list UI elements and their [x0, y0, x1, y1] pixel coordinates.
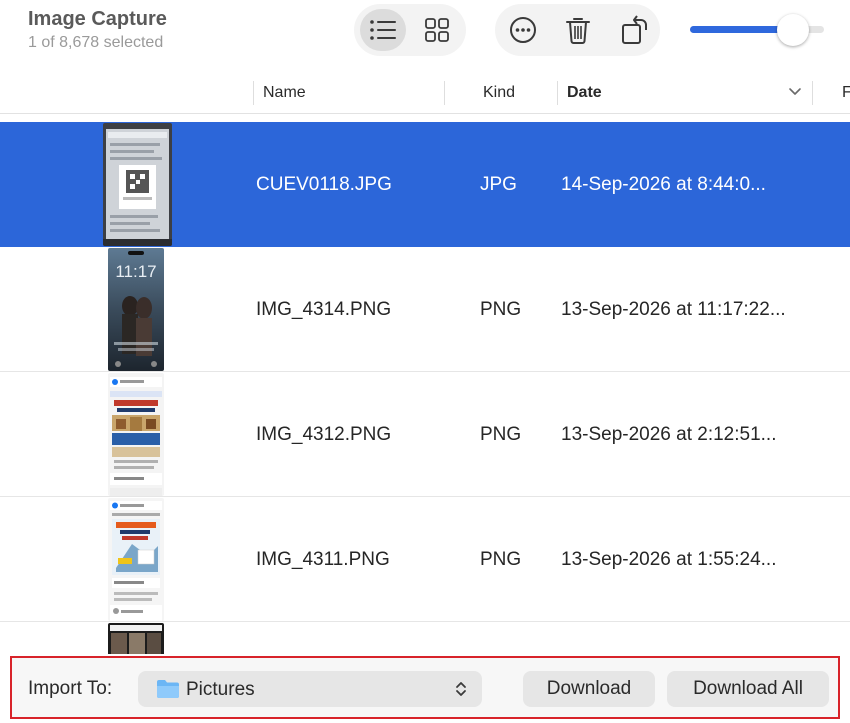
lockscreen-time: 11:17: [115, 262, 156, 281]
selection-status: 1 of 8,678 selected: [28, 34, 164, 51]
table-row[interactable]: IMG_4311.PNG PNG 13-Sep-2026 at 1:55:24.…: [0, 497, 850, 622]
column-header: Name Kind Date F: [0, 78, 850, 114]
import-destination-select[interactable]: Pictures: [138, 671, 482, 707]
column-name[interactable]: Name: [263, 84, 306, 102]
column-date[interactable]: Date: [567, 84, 602, 102]
table-row[interactable]: 11:17 IMG_4314.PNG PNG 13-Sep-2026 at 11…: [0, 247, 850, 372]
photo-thumbnail: [108, 373, 164, 496]
download-all-button[interactable]: Download All: [667, 671, 829, 707]
file-date: 13-Sep-2026 at 2:12:51...: [561, 424, 777, 445]
column-kind[interactable]: Kind: [483, 84, 515, 102]
rotate-button[interactable]: [614, 9, 656, 51]
file-date: 14-Sep-2026 at 8:44:0...: [561, 174, 766, 195]
grid-view-button[interactable]: [414, 9, 460, 51]
folder-icon: [157, 680, 179, 698]
import-destination-value: Pictures: [186, 679, 255, 700]
more-options-button[interactable]: [502, 9, 544, 51]
file-kind: PNG: [480, 424, 522, 445]
more-options-icon: [510, 17, 536, 43]
delete-button[interactable]: [557, 9, 599, 51]
download-button[interactable]: Download: [523, 671, 655, 707]
file-name: IMG_4311.PNG: [256, 549, 390, 570]
column-separator[interactable]: [444, 81, 445, 105]
photo-thumbnail: [108, 498, 164, 621]
table-row[interactable]: CUEV0118.JPG JPG 14-Sep-2026 at 8:44:0..…: [0, 122, 850, 247]
file-name: CUEV0118.JPG: [256, 174, 392, 195]
file-date: 13-Sep-2026 at 11:17:22...: [561, 299, 786, 320]
list-view-icon: [370, 20, 396, 40]
table-row[interactable]: [0, 622, 850, 654]
file-date: 13-Sep-2026 at 1:55:24...: [561, 549, 777, 570]
window-title: Image Capture: [28, 8, 167, 30]
file-kind: PNG: [480, 549, 522, 570]
column-extra[interactable]: F: [842, 84, 850, 102]
chevron-down-icon[interactable]: [787, 83, 803, 99]
slider-knob[interactable]: [777, 14, 809, 46]
table-row[interactable]: IMG_4312.PNG PNG 13-Sep-2026 at 2:12:51.…: [0, 372, 850, 497]
import-to-label: Import To:: [28, 678, 113, 699]
file-name: IMG_4314.PNG: [256, 299, 392, 320]
grid-view-icon: [425, 18, 449, 42]
import-bar: Import To: Pictures Download Download Al…: [10, 656, 840, 719]
file-name: IMG_4312.PNG: [256, 424, 392, 445]
rotate-icon: [622, 15, 647, 44]
toolbar: Image Capture 1 of 8,678 selected: [0, 0, 850, 78]
photo-thumbnail: 11:17: [108, 248, 164, 371]
list-view-button[interactable]: [360, 9, 406, 51]
photo-thumbnail: [108, 623, 164, 654]
file-kind: PNG: [480, 299, 522, 320]
trash-icon: [566, 18, 590, 44]
photo-thumbnail: [103, 123, 172, 246]
thumbnail-size-slider[interactable]: [690, 14, 824, 46]
column-separator[interactable]: [812, 81, 813, 105]
column-separator[interactable]: [557, 81, 558, 105]
file-list: CUEV0118.JPG JPG 14-Sep-2026 at 8:44:0..…: [0, 122, 850, 654]
chevron-updown-icon: [456, 682, 466, 696]
file-kind: JPG: [480, 174, 517, 195]
column-separator[interactable]: [253, 81, 254, 105]
